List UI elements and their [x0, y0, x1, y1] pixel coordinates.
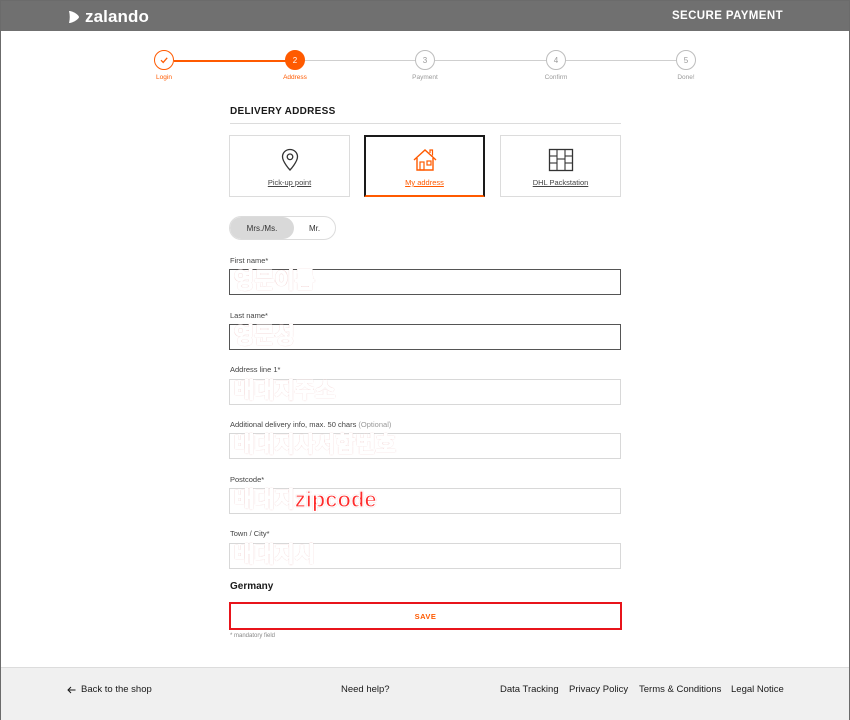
delivery-address-title: DELIVERY ADDRESS — [230, 106, 621, 124]
footer: Back to the shop Need help? Data Trackin… — [1, 667, 849, 720]
delivery-option-label: My address — [405, 178, 444, 187]
delivery-option-label: Pick-up point — [267, 178, 312, 187]
brand-name: zalando — [85, 7, 149, 26]
header-bar: zalando SECURE PAYMENT — [1, 1, 849, 31]
first-name-input[interactable]: 영문이름 — [229, 267, 621, 295]
city-input[interactable]: 배대지시 — [229, 541, 621, 569]
address-line-1-input[interactable]: 배대지주소 — [229, 377, 621, 405]
last-name-input[interactable]: 영문성 — [229, 322, 621, 350]
first-name-value: 영문이름 — [233, 267, 315, 293]
postcode-input[interactable]: 배대지zipcode — [229, 486, 621, 514]
back-to-shop-link[interactable]: Back to the shop — [67, 684, 152, 695]
step-address: 2 — [285, 50, 305, 70]
privacy-policy-link[interactable]: Privacy Policy — [569, 684, 628, 695]
save-button[interactable]: SAVE — [229, 602, 622, 630]
arrow-left-icon — [67, 686, 76, 693]
last-name-label: Last name* — [230, 311, 268, 320]
terms-conditions-link[interactable]: Terms & Conditions — [639, 684, 721, 695]
back-to-shop-label: Back to the shop — [81, 684, 152, 695]
house-icon — [413, 149, 436, 171]
need-help-link[interactable]: Need help? — [341, 684, 390, 695]
salutation-mr[interactable]: Mr. — [294, 217, 335, 239]
zalando-logo-icon — [69, 11, 79, 23]
step-label-login: Login — [156, 74, 172, 81]
postcode-value: 배대지zipcode — [233, 486, 377, 512]
additional-info-input[interactable]: 배대지사서함번호 — [229, 431, 621, 459]
first-name-label: First name* — [230, 256, 269, 265]
step-login[interactable] — [154, 50, 174, 70]
step-label-confirm: Confirm — [544, 74, 568, 81]
address-line-1-label: Address line 1* — [230, 365, 281, 374]
step-payment: 3 — [415, 50, 435, 70]
step-done: 5 — [676, 50, 696, 70]
step-label-address: Address — [283, 74, 307, 81]
salutation-toggle: Mrs./Ms. Mr. — [229, 216, 336, 240]
data-tracking-link[interactable]: Data Tracking — [500, 684, 559, 695]
city-value: 배대지시 — [233, 541, 315, 567]
delivery-option-label: DHL Packstation — [532, 178, 589, 187]
checkmark-icon — [160, 57, 168, 64]
address-line-1-value: 배대지주소 — [233, 377, 336, 403]
legal-notice-link[interactable]: Legal Notice — [731, 684, 784, 695]
step-label-payment: Payment — [412, 74, 438, 81]
additional-info-value: 배대지사서함번호 — [233, 431, 396, 457]
last-name-value: 영문성 — [233, 322, 295, 348]
brand-logo[interactable]: zalando — [67, 7, 149, 27]
step-connector — [435, 60, 547, 61]
delivery-option-dhl-packstation[interactable]: DHL Packstation — [500, 135, 621, 197]
mandatory-field-note: * mandatory field — [230, 633, 276, 639]
optional-hint: (Optional) — [358, 420, 392, 429]
city-label: Town / City* — [230, 529, 270, 538]
additional-info-label: Additional delivery info, max. 50 chars … — [230, 420, 391, 429]
locker-icon — [548, 148, 573, 172]
step-connector — [304, 60, 416, 61]
step-label-done: Done! — [677, 74, 695, 81]
delivery-option-pickup-point[interactable]: Pick-up point — [229, 135, 350, 197]
country-text: Germany — [230, 581, 274, 592]
step-connector — [566, 60, 678, 61]
secure-payment-label: SECURE PAYMENT — [671, 10, 783, 22]
checkout-stepper: Login 2 Address 3 Payment 4 Confirm 5 Do… — [150, 50, 700, 90]
delivery-option-my-address[interactable]: My address — [364, 135, 485, 197]
step-connector-done — [174, 60, 286, 62]
salutation-mrs-ms[interactable]: Mrs./Ms. — [230, 217, 294, 239]
postcode-label: Postcode* — [230, 475, 265, 484]
location-pin-icon — [281, 148, 298, 171]
additional-info-label-text: Additional delivery info, max. 50 chars — [230, 420, 357, 429]
step-confirm: 4 — [546, 50, 566, 70]
